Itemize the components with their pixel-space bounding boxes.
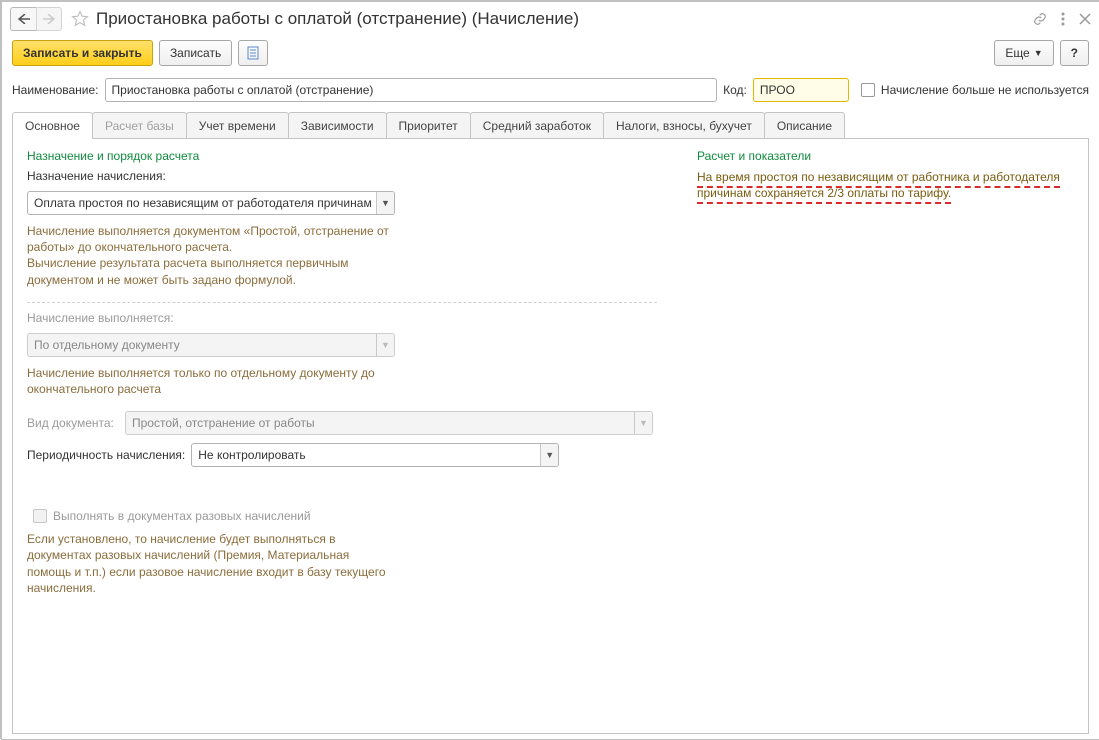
- tab-main[interactable]: Основное: [12, 112, 93, 139]
- once-hint: Если установлено, то начисление будет вы…: [27, 531, 387, 596]
- purpose-value: Оплата простоя по независящим от работод…: [28, 192, 376, 214]
- kebab-menu-icon[interactable]: [1061, 12, 1065, 26]
- code-field[interactable]: [753, 78, 849, 102]
- arrow-left-icon: [18, 14, 30, 24]
- purpose-hint: Начисление выполняется документом «Прост…: [27, 223, 407, 288]
- chevron-down-icon: ▼: [376, 192, 394, 214]
- period-label: Периодичность начисления:: [27, 448, 185, 462]
- period-combo[interactable]: Не контролировать ▼: [191, 443, 559, 467]
- once-checkbox: [33, 509, 47, 523]
- nav-back-button[interactable]: [10, 7, 36, 31]
- calc-text: На время простоя по независящим от работ…: [697, 169, 1074, 201]
- tab-average[interactable]: Средний заработок: [470, 112, 604, 139]
- more-label: Еще: [1005, 46, 1029, 60]
- chevron-down-icon: ▼: [376, 334, 394, 356]
- purpose-label: Назначение начисления:: [27, 169, 657, 183]
- tab-time[interactable]: Учет времени: [186, 112, 289, 139]
- more-button[interactable]: Еще ▼: [994, 40, 1053, 66]
- save-button[interactable]: Записать: [159, 40, 232, 66]
- unused-label: Начисление больше не используется: [881, 83, 1089, 97]
- report-button[interactable]: [238, 40, 268, 66]
- tab-desc[interactable]: Описание: [764, 112, 845, 139]
- save-and-close-button[interactable]: Записать и закрыть: [12, 40, 153, 66]
- exec-label: Начисление выполняется:: [27, 311, 657, 325]
- chevron-down-icon: ▼: [540, 444, 558, 466]
- code-label: Код:: [723, 83, 747, 97]
- divider: [27, 302, 657, 303]
- chevron-down-icon: ▼: [1034, 48, 1043, 58]
- favorite-star-icon[interactable]: [68, 7, 92, 31]
- once-label: Выполнять в документах разовых начислени…: [53, 509, 311, 523]
- tab-deps[interactable]: Зависимости: [288, 112, 387, 139]
- close-icon[interactable]: [1079, 13, 1091, 25]
- name-label: Наименование:: [12, 83, 99, 97]
- purpose-combo[interactable]: Оплата простоя по независящим от работод…: [27, 191, 395, 215]
- page-title: Приостановка работы с оплатой (отстранен…: [96, 9, 579, 29]
- exec-value: По отдельному документу: [28, 334, 376, 356]
- name-field[interactable]: [105, 78, 718, 102]
- document-icon: [247, 46, 259, 60]
- tab-base[interactable]: Расчет базы: [92, 112, 187, 139]
- tab-priority[interactable]: Приоритет: [386, 112, 471, 139]
- section-calc-title: Расчет и показатели: [697, 149, 1074, 163]
- period-value: Не контролировать: [192, 444, 540, 466]
- help-button[interactable]: ?: [1060, 40, 1089, 66]
- section-purpose-title: Назначение и порядок расчета: [27, 149, 657, 163]
- doc-value: Простой, отстранение от работы: [126, 412, 634, 434]
- link-icon[interactable]: [1033, 12, 1047, 26]
- tab-taxes[interactable]: Налоги, взносы, бухучет: [603, 112, 765, 139]
- doc-combo: Простой, отстранение от работы ▼: [125, 411, 653, 435]
- doc-label: Вид документа:: [27, 416, 119, 430]
- exec-combo: По отдельному документу ▼: [27, 333, 395, 357]
- nav-forward-button[interactable]: [36, 7, 62, 31]
- arrow-right-icon: [43, 14, 55, 24]
- exec-hint: Начисление выполняется только по отдельн…: [27, 365, 407, 397]
- unused-checkbox[interactable]: [861, 83, 875, 97]
- chevron-down-icon: ▼: [634, 412, 652, 434]
